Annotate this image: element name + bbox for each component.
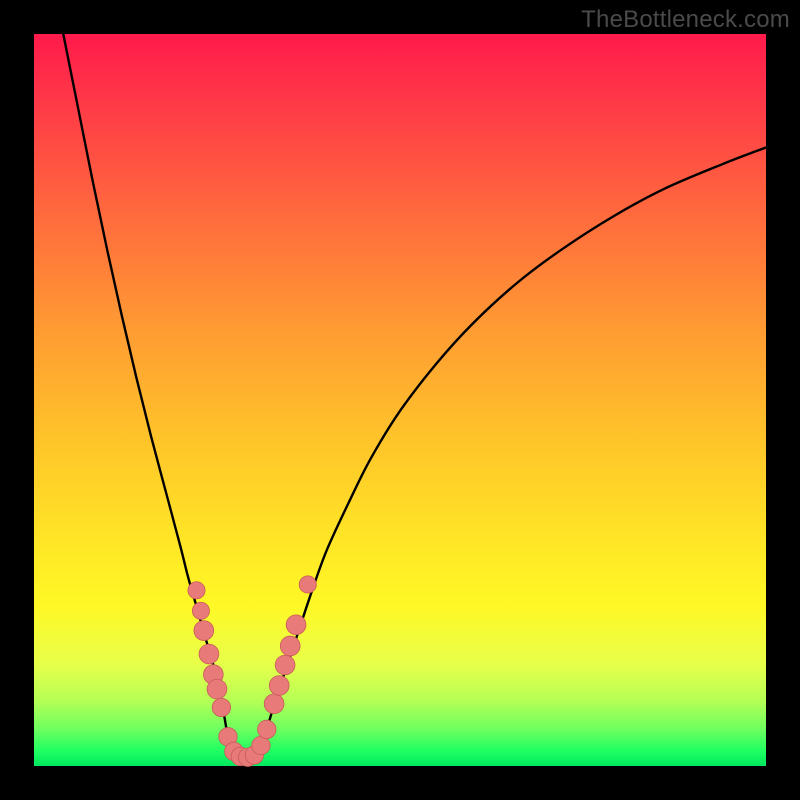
data-point (188, 582, 205, 599)
data-point (299, 576, 316, 593)
watermark-text: TheBottleneck.com (581, 6, 790, 34)
data-point (194, 621, 214, 641)
data-point (280, 636, 300, 656)
chart-frame: TheBottleneck.com (0, 0, 800, 800)
data-point (286, 615, 306, 635)
data-markers (188, 576, 316, 767)
data-point (264, 694, 284, 714)
data-point (269, 676, 289, 696)
data-point (192, 602, 209, 619)
bottleneck-curve (63, 34, 766, 759)
data-point (258, 720, 276, 738)
data-point (207, 679, 227, 699)
data-point (275, 655, 295, 675)
plot-area (34, 34, 766, 766)
data-point (212, 698, 230, 716)
chart-svg (34, 34, 766, 766)
data-point (199, 644, 219, 664)
data-point (252, 736, 270, 754)
